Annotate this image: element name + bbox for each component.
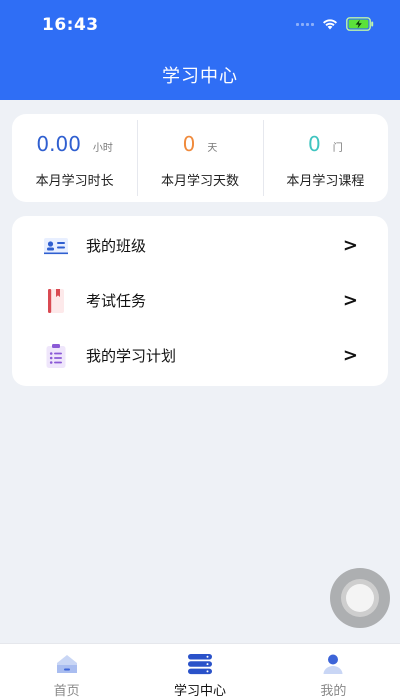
stat-label: 本月学习天数 (160, 174, 239, 189)
tab-study-center[interactable]: 学习中心 (133, 644, 266, 700)
id-card-icon (42, 232, 70, 260)
monthly-stats-card: 0.00 小时 本月学习时长 0 天 本月学习天数 0 门 本月学习课程 (12, 114, 388, 202)
tab-label: 首页 (53, 684, 80, 699)
chevron-right-icon: > (342, 345, 358, 366)
battery-charging-icon (346, 17, 374, 31)
clipboard-list-icon (42, 342, 70, 370)
tab-home[interactable]: 首页 (0, 644, 133, 700)
floating-assistive-button[interactable] (330, 568, 390, 628)
stat-unit: 小时 (92, 143, 113, 154)
stat-study-hours: 0.00 小时 本月学习时长 (12, 114, 137, 202)
tab-mine[interactable]: 我的 (267, 644, 400, 700)
stat-label: 本月学习课程 (286, 174, 365, 189)
tab-label: 我的 (320, 684, 347, 699)
menu-item-study-plan[interactable]: 我的学习计划 > (12, 328, 388, 383)
phone-screen: 16:43 学习中心 0.00 小时 本月学习时长 0 天 本月学习天数 0 门… (0, 0, 400, 700)
notebook-icon (42, 287, 70, 315)
chevron-right-icon: > (342, 235, 358, 256)
tab-label: 学习中心 (173, 684, 226, 699)
stat-value: 0.00 (36, 132, 81, 156)
menu-item-label: 考试任务 (86, 292, 147, 310)
signal-icon (296, 22, 314, 26)
user-icon (322, 652, 344, 676)
page-title: 学习中心 (162, 66, 238, 87)
stat-unit: 门 (332, 143, 343, 154)
home-icon (55, 652, 79, 676)
chevron-right-icon: > (342, 290, 358, 311)
layers-icon (187, 652, 213, 676)
stat-value: 0 (182, 132, 196, 156)
menu-item-label: 我的学习计划 (86, 347, 177, 365)
status-icons (296, 17, 374, 31)
stat-label: 本月学习时长 (35, 174, 114, 189)
stat-study-courses: 0 门 本月学习课程 (262, 114, 388, 202)
menu-item-my-class[interactable]: 我的班级 > (12, 218, 388, 273)
stat-unit: 天 (207, 143, 218, 154)
header: 16:43 学习中心 (0, 0, 400, 100)
stat-study-days: 0 天 本月学习天数 (137, 114, 262, 202)
menu-card: 我的班级 > 考试任务 > 我的学习计划 > (12, 216, 388, 386)
menu-item-exam-tasks[interactable]: 考试任务 > (12, 273, 388, 328)
status-time: 16:43 (42, 15, 99, 35)
tab-bar: 首页 学习中心 我的 (0, 643, 400, 700)
floating-button-ring (341, 579, 379, 617)
floating-button-core (346, 584, 374, 612)
stat-value: 0 (307, 132, 321, 156)
menu-item-label: 我的班级 (86, 237, 147, 255)
wifi-icon (322, 18, 338, 30)
